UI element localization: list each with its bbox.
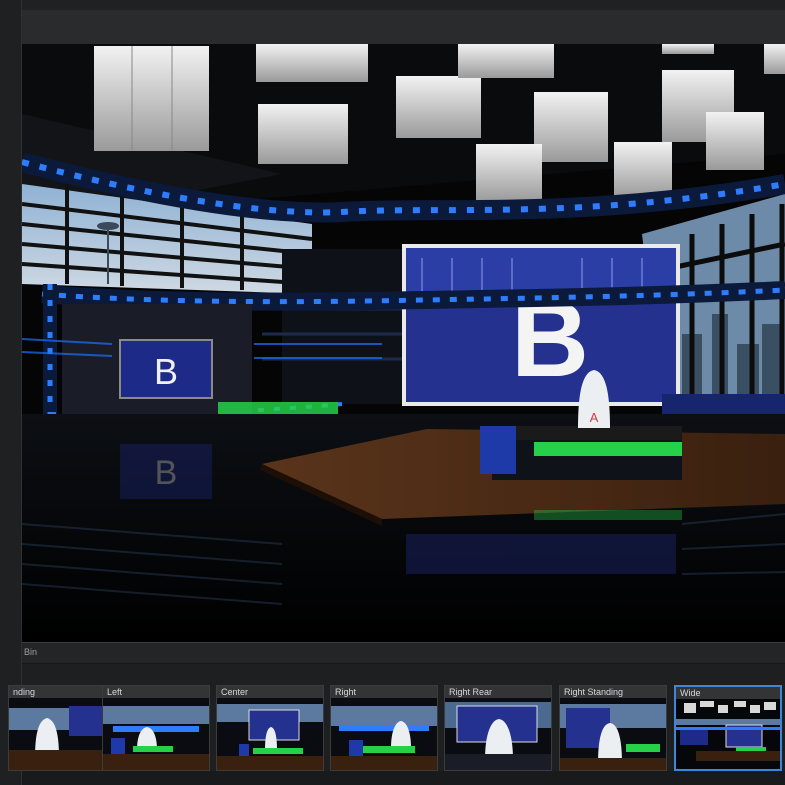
shot-thumb-right-rear[interactable]: Right Rear [444, 685, 552, 771]
toolbar-strip [0, 0, 785, 10]
bin-footer [22, 771, 785, 785]
reflection-letter: B [155, 454, 178, 492]
shot-thumb-label: Right Standing [560, 686, 666, 698]
shot-thumb-image [676, 699, 780, 769]
shot-thumb-right[interactable]: Right [330, 685, 438, 771]
anchor-letter: A [590, 410, 599, 425]
shot-thumb-image [103, 698, 209, 770]
shot-thumb-standing[interactable]: nding [8, 685, 116, 771]
shot-thumb-right-standing[interactable]: Right Standing [559, 685, 667, 771]
shot-bin-label: Bin [24, 647, 38, 657]
side-monitor-letter: B [154, 351, 178, 392]
left-side-panel [0, 0, 22, 785]
top-toolbar [0, 0, 785, 44]
main-viewport[interactable]: B B A B [22, 44, 785, 642]
anchor-desk [480, 426, 682, 480]
shot-thumb-label: Right [331, 686, 437, 698]
shot-thumb-center[interactable]: Center [216, 685, 324, 771]
virtual-set-render: B B A B [22, 44, 785, 642]
shot-bin: nding Left Center Right Right Rear Right… [8, 664, 785, 785]
main-video-wall: B [402, 244, 680, 406]
shot-thumb-image [331, 698, 437, 770]
shot-thumb-wide[interactable]: Wide [674, 685, 782, 771]
shot-thumb-image [445, 698, 551, 770]
shot-thumb-left[interactable]: Left [102, 685, 210, 771]
shot-thumb-label: nding [9, 686, 115, 698]
shot-bin-header: Bin [22, 642, 785, 664]
shot-thumb-image [217, 698, 323, 770]
shot-thumb-label: Left [103, 686, 209, 698]
shot-thumb-label: Center [217, 686, 323, 698]
shot-thumb-image [9, 698, 115, 770]
shot-thumb-label: Wide [676, 687, 780, 699]
shot-thumb-image [560, 698, 666, 770]
shot-thumb-label: Right Rear [445, 686, 551, 698]
